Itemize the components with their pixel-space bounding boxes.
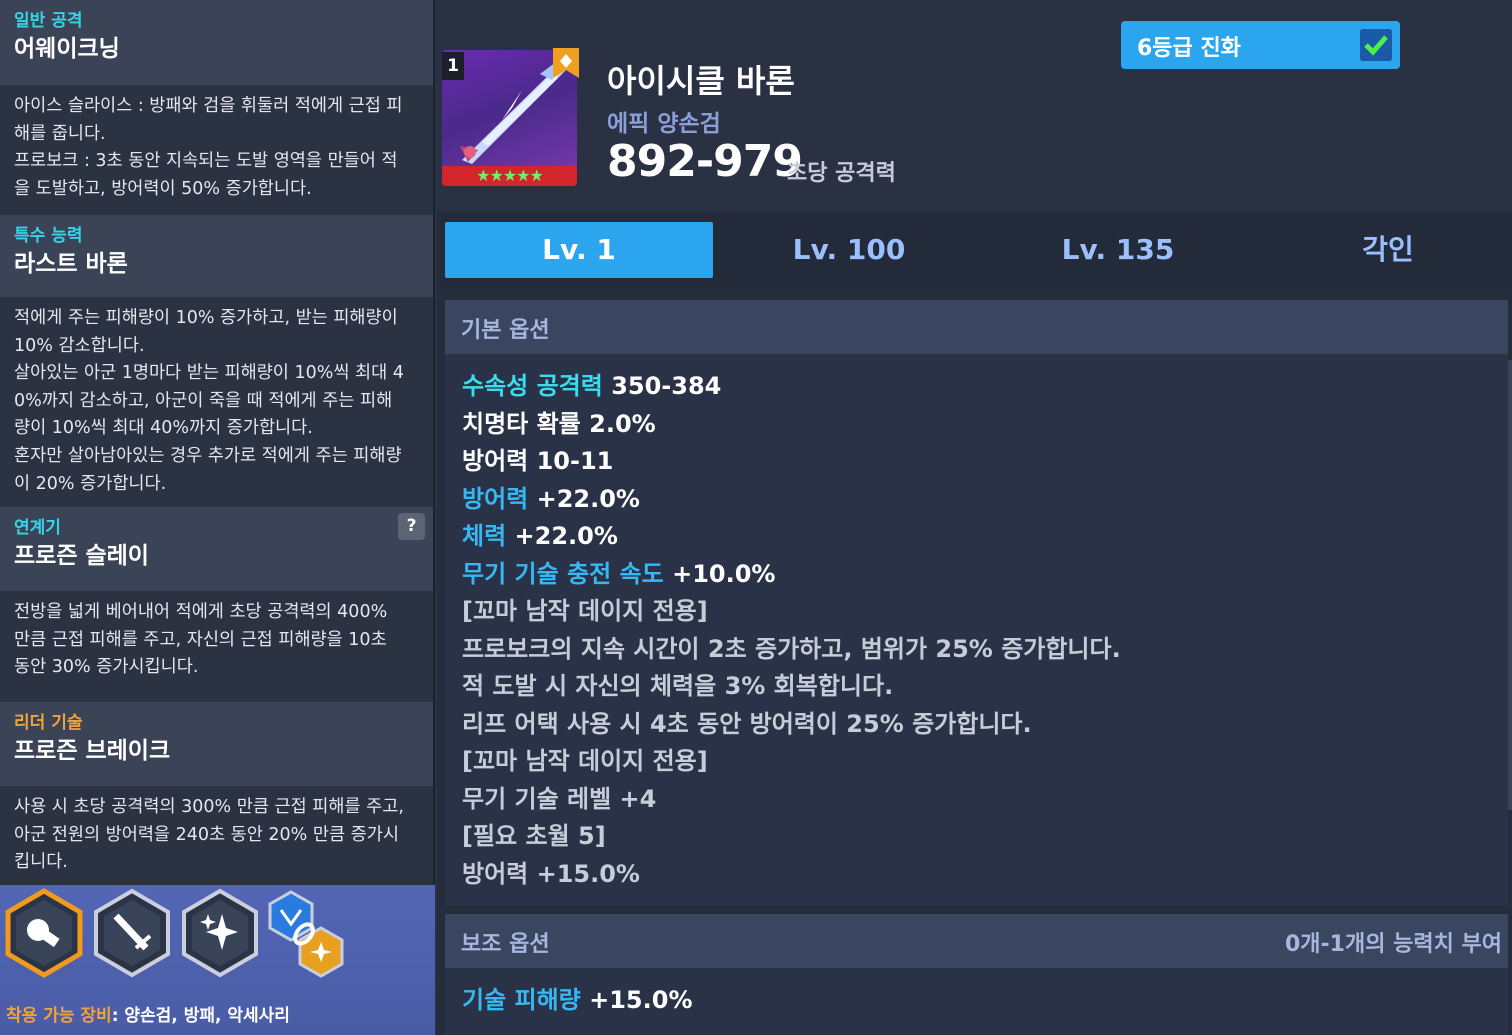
- option-line: 리프 어택 사용 시 4초 동안 방어력이 25% 증가합니다.: [462, 704, 1032, 739]
- chain-label: 연계기: [14, 518, 61, 538]
- leader-label: 리더 기술: [14, 713, 83, 733]
- special-title: 라스트 바론: [14, 251, 128, 277]
- leader-desc: 사용 시 초당 공격력의 300% 만큼 근접 피해를 주고, 아군 전원의 방…: [0, 786, 433, 885]
- option-line: 방어력 +22.0%: [462, 479, 640, 514]
- option-value: +10.0%: [672, 559, 776, 588]
- shield-skill-icon[interactable]: [4, 888, 84, 978]
- bookmark-icon: [553, 48, 579, 78]
- evolution-toggle[interactable]: 6등급 진화: [1121, 21, 1400, 69]
- option-value: +22.0%: [514, 522, 618, 550]
- skill-info-panel: 일반 공격 어웨이크닝 아이스 슬라이스 : 방패와 검을 휘둘러 적에게 근접…: [0, 0, 435, 1035]
- option-value: 10-11: [536, 447, 614, 475]
- weapon-damage: 892-979: [607, 136, 803, 187]
- option-key: 무기 기술 레벨 +4: [462, 784, 657, 813]
- option-line: 무기 기술 레벨 +4: [462, 779, 656, 814]
- damage-unit: 초당 공격력: [787, 161, 896, 186]
- option-line: [꼬마 남작 데이지 전용]: [462, 741, 708, 776]
- tab-lv-100[interactable]: Lv. 100: [715, 222, 983, 278]
- option-value: 350-384: [611, 372, 722, 400]
- option-key: [꼬마 남작 데이지 전용]: [462, 597, 708, 625]
- option-key: 리프 어택 사용 시 4초 동안 방어력이 25% 증가합니다.: [462, 709, 1032, 738]
- chain-title: 프로즌 슬레이: [14, 543, 149, 569]
- option-key: 무기 기술 충전 속도: [462, 559, 664, 588]
- equip-value: : 양손검, 방패, 악세사리: [111, 1006, 290, 1026]
- option-value: 2.0%: [589, 409, 656, 438]
- option-key: 체력: [462, 522, 507, 550]
- option-line: 체력 +22.0%: [462, 516, 618, 551]
- option-line: 프로보크의 지속 시간이 2초 증가하고, 범위가 25% 증가합니다.: [462, 629, 1121, 664]
- option-key: [필요 초월 5]: [462, 822, 606, 850]
- sub-options-header: 보조 옵션 0개-1개의 능력치 부여: [445, 914, 1508, 968]
- option-key: 방어력: [462, 484, 529, 513]
- basic-options-list: 수속성 공격력 350-384 치명타 확률 2.0% 방어력 10-11 방어력 +…: [445, 354, 1508, 906]
- option-key: 수속성 공격력: [462, 372, 603, 400]
- option-line: 방어력 10-11: [462, 441, 613, 476]
- tab-lv-1[interactable]: Lv. 1: [445, 222, 713, 278]
- option-key: 적 도발 시 자신의 체력을 3% 회복합니다.: [462, 672, 894, 700]
- option-key: 기술 피해량: [462, 986, 581, 1014]
- scrollbar[interactable]: [1508, 360, 1512, 810]
- equip-info: 착용 가능 장비: 양손검, 방패, 악세사리: [6, 1001, 290, 1026]
- evolution-label: 6등급 진화: [1137, 36, 1241, 61]
- sub-options-note: 0개-1개의 능력치 부여: [1285, 932, 1502, 957]
- option-value: +15.0%: [589, 986, 693, 1014]
- leader-header: 리더 기술 프로즌 브레이크: [0, 702, 433, 786]
- option-value: +22.0%: [536, 484, 640, 513]
- option-line: 수속성 공격력 350-384: [462, 366, 721, 401]
- option-key: [꼬마 남작 데이지 전용]: [462, 747, 708, 775]
- normal-attack-title: 어웨이크닝: [14, 36, 120, 62]
- skill-icon-bar: 착용 가능 장비: 양손검, 방패, 악세사리: [0, 885, 435, 1035]
- sub-options-list: 기술 피해량 +15.0%: [445, 968, 1508, 1035]
- tab-engrave[interactable]: 각인: [1254, 222, 1512, 278]
- chain-header: 연계기 프로즌 슬레이 ?: [0, 507, 433, 591]
- sub-options-title: 보조 옵션: [461, 932, 550, 957]
- special-label: 특수 능력: [14, 226, 83, 246]
- option-key: 치명타 확률: [462, 409, 581, 438]
- sparkle-skill-icon[interactable]: [180, 888, 260, 978]
- chain-desc: 전방을 넓게 베어내어 적에게 초당 공격력의 400% 만큼 근접 피해를 주…: [0, 591, 433, 702]
- help-button[interactable]: ?: [398, 513, 425, 540]
- option-key: 프로보크의 지속 시간이 2초 증가하고, 범위가 25% 증가합니다.: [462, 634, 1121, 663]
- option-line: 무기 기술 충전 속도 +10.0%: [462, 554, 775, 589]
- special-header: 특수 능력 라스트 바론: [0, 215, 433, 297]
- tab-lv-135[interactable]: Lv. 135: [984, 222, 1252, 278]
- basic-options-title: 기본 옵션: [461, 318, 550, 343]
- option-line: [필요 초월 5]: [462, 816, 606, 851]
- option-line: 방어력 +15.0%: [462, 854, 640, 889]
- option-line: 적 도발 시 자신의 체력을 3% 회복합니다.: [462, 666, 893, 701]
- normal-attack-header: 일반 공격 어웨이크닝: [0, 0, 433, 85]
- sword-skill-icon[interactable]: [92, 888, 172, 978]
- weapon-header: ★★★★★ 1 아이시클 바론 에픽 양손검 892-979 초당 공격력 6등…: [437, 0, 1512, 212]
- checkbox-check-icon[interactable]: [1360, 29, 1392, 61]
- special-desc: 적에게 주는 피해량이 10% 증가하고, 받는 피해량이 10% 감소합니다.…: [0, 297, 433, 507]
- normal-attack-label: 일반 공격: [14, 11, 83, 31]
- weapon-type: 에픽 양손검: [607, 111, 721, 137]
- option-line: [꼬마 남작 데이지 전용]: [462, 591, 708, 626]
- level-tabs: Lv. 1 Lv. 100 Lv. 135 각인: [437, 212, 1512, 288]
- basic-options-header: 기본 옵션: [445, 300, 1508, 354]
- option-key: 방어력 +15.0%: [462, 859, 640, 888]
- chain-link-icon[interactable]: [266, 888, 346, 983]
- star-rating: ★★★★★: [442, 166, 577, 186]
- option-key: 방어력: [462, 447, 529, 475]
- level-badge: 1: [442, 52, 464, 80]
- option-line: 치명타 확률 2.0%: [462, 404, 656, 439]
- weapon-name: 아이시클 바론: [607, 62, 795, 100]
- option-line: 기술 피해량 +15.0%: [462, 980, 693, 1015]
- normal-attack-desc: 아이스 슬라이스 : 방패와 검을 휘둘러 적에게 근접 피 해를 줍니다. 프…: [0, 85, 433, 215]
- weapon-detail-panel: ★★★★★ 1 아이시클 바론 에픽 양손검 892-979 초당 공격력 6등…: [437, 0, 1512, 1035]
- equip-label: 착용 가능 장비: [6, 1006, 112, 1026]
- leader-title: 프로즌 브레이크: [14, 738, 171, 764]
